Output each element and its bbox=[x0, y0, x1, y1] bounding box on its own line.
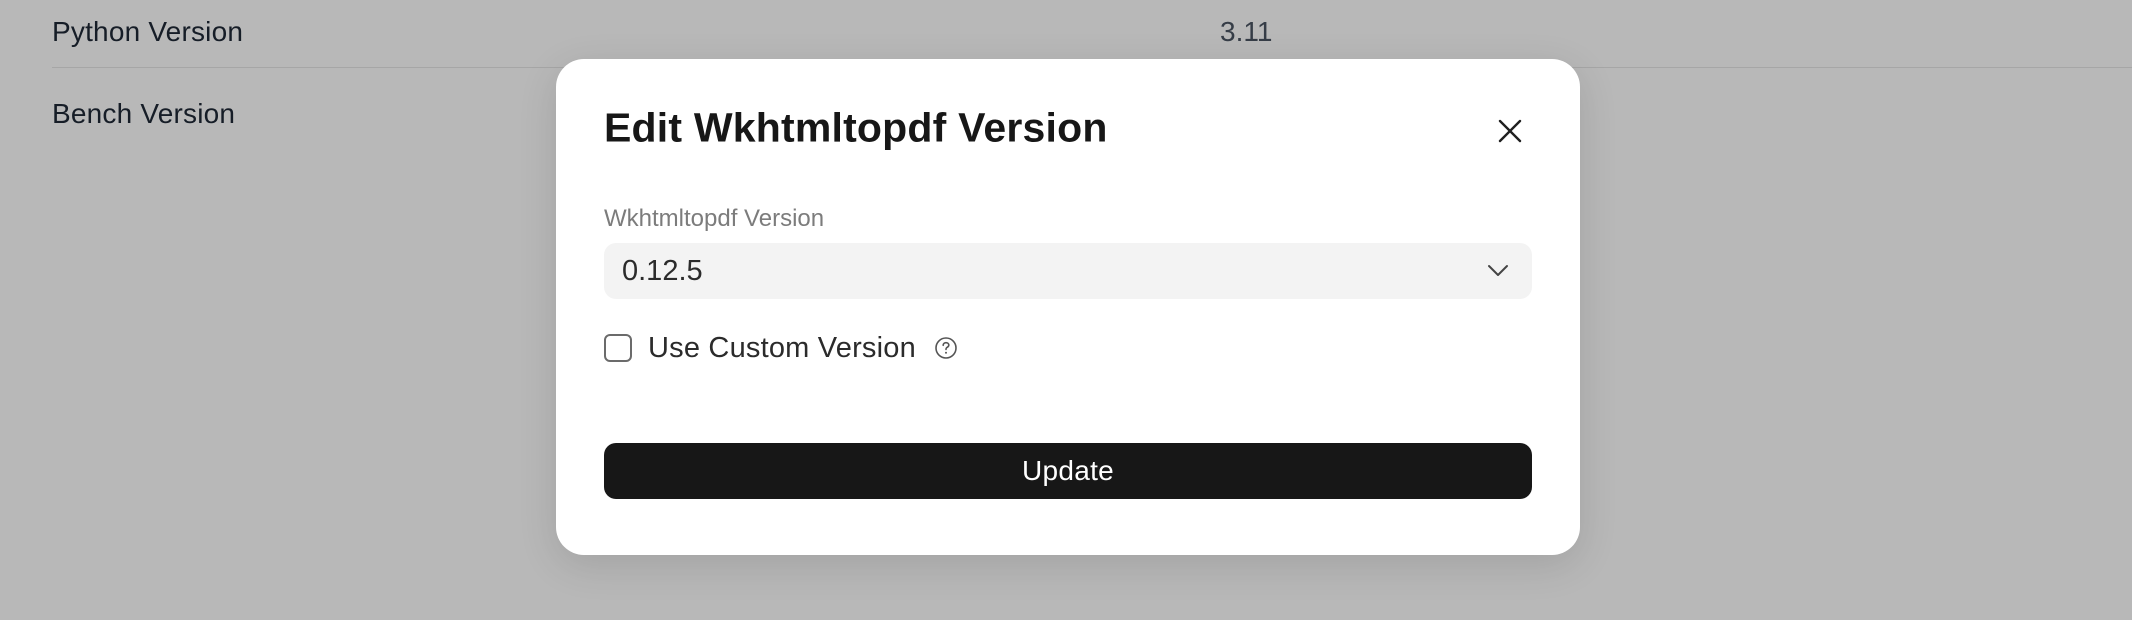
page: Python Version 3.11 Bench Version Edit W… bbox=[0, 0, 2132, 620]
selected-version-value: 0.12.5 bbox=[622, 254, 703, 287]
use-custom-version-label[interactable]: Use Custom Version bbox=[648, 332, 916, 365]
update-button[interactable]: Update bbox=[604, 443, 1532, 499]
edit-version-dialog: Edit Wkhtmltopdf Version Wkhtmltopdf Ver… bbox=[556, 59, 1580, 555]
use-custom-version-row: Use Custom Version bbox=[604, 328, 958, 368]
use-custom-version-checkbox[interactable] bbox=[604, 334, 632, 362]
close-icon bbox=[1497, 118, 1523, 149]
dialog-title: Edit Wkhtmltopdf Version bbox=[604, 104, 1108, 151]
close-button[interactable] bbox=[1480, 103, 1540, 163]
chevron-down-icon bbox=[1484, 257, 1512, 285]
wkhtmltopdf-version-select[interactable]: 0.12.5 bbox=[604, 243, 1532, 299]
question-circle-icon[interactable] bbox=[934, 336, 958, 360]
wkhtmltopdf-version-label: Wkhtmltopdf Version bbox=[604, 205, 825, 232]
